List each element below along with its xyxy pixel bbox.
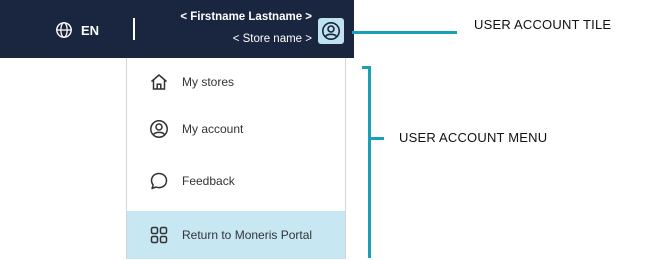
speech-bubble-icon xyxy=(150,172,168,190)
menu-item-label: My account xyxy=(182,122,244,136)
store-name: < Store name > xyxy=(232,33,312,45)
user-name: < Firstname Lastname > xyxy=(180,11,312,23)
menu-callout-label: USER ACCOUNT MENU xyxy=(399,130,548,145)
language-selector[interactable]: EN xyxy=(55,20,99,40)
globe-icon xyxy=(56,22,72,38)
menu-item-return-to-moneris-portal[interactable]: Return to Moneris Portal xyxy=(127,211,345,259)
menu-bracket-tick xyxy=(370,137,384,140)
home-icon xyxy=(151,74,167,90)
tile-callout-label: USER ACCOUNT TILE xyxy=(474,17,612,32)
menu-item-label: Feedback xyxy=(182,174,235,188)
menu-item-feedback[interactable]: Feedback xyxy=(127,157,345,205)
language-label: EN xyxy=(81,22,100,38)
menu-item-label: My stores xyxy=(182,75,235,89)
user-circle-icon xyxy=(150,120,168,138)
user-account-tile-button[interactable] xyxy=(318,18,344,44)
menu-item-my-account[interactable]: My account xyxy=(127,105,345,153)
user-circle-icon xyxy=(322,22,340,40)
grid-icon xyxy=(150,226,168,244)
user-account-menu: My stores My account Feedback Return to … xyxy=(126,58,346,259)
divider xyxy=(133,18,135,40)
menu-bracket xyxy=(368,68,371,258)
top-bar: EN < Firstname Lastname > < Store name > xyxy=(0,0,354,58)
menu-item-my-stores[interactable]: My stores xyxy=(127,58,345,106)
menu-item-label: Return to Moneris Portal xyxy=(182,228,313,242)
tile-callout-line xyxy=(352,31,457,34)
